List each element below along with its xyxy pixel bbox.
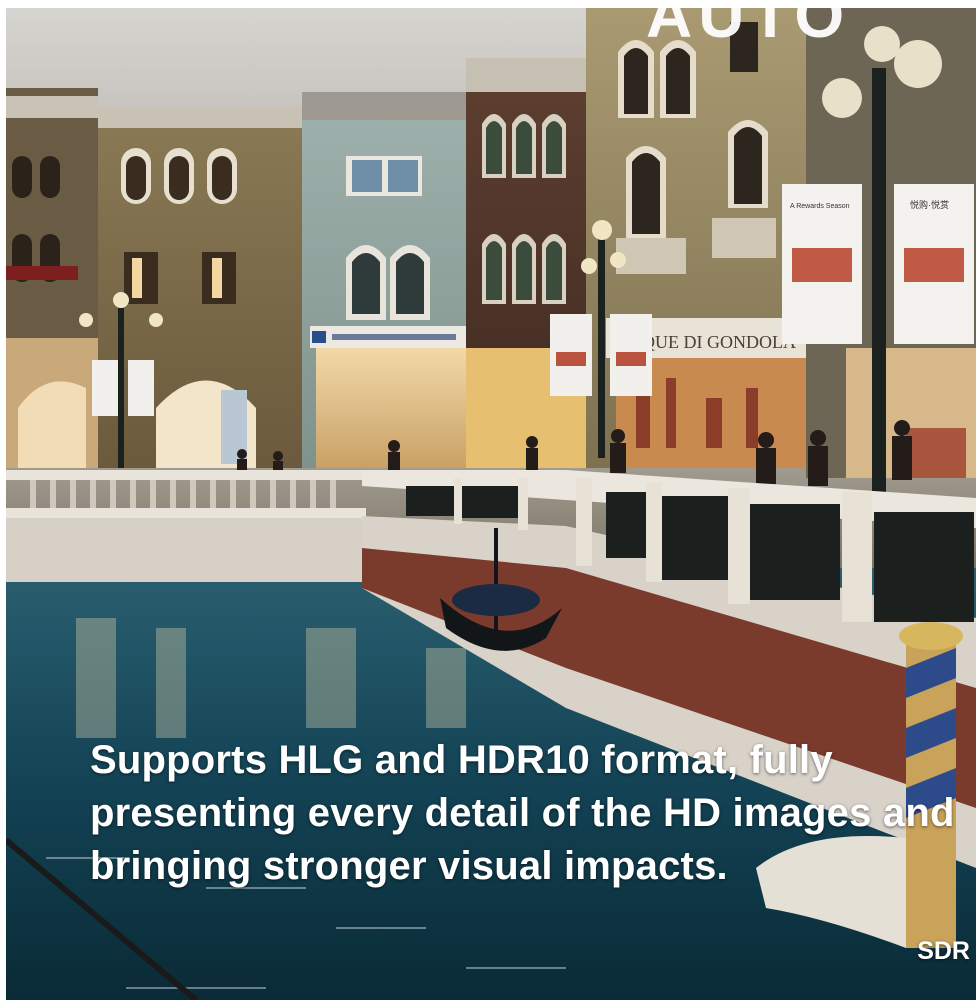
venice-canal-photo: UTIQUE DI GONDOLA A Rewards Season 悦购·悦赏 (6, 8, 976, 1000)
partial-heading: AUTO (646, 8, 851, 51)
sdr-label: SDR (917, 937, 970, 965)
right-banner-text: 悦购·悦赏 (910, 199, 949, 210)
feature-caption: Supports HLG and HDR10 format, fully pre… (90, 738, 955, 888)
left-banner-text: A Rewards Season (790, 203, 850, 210)
